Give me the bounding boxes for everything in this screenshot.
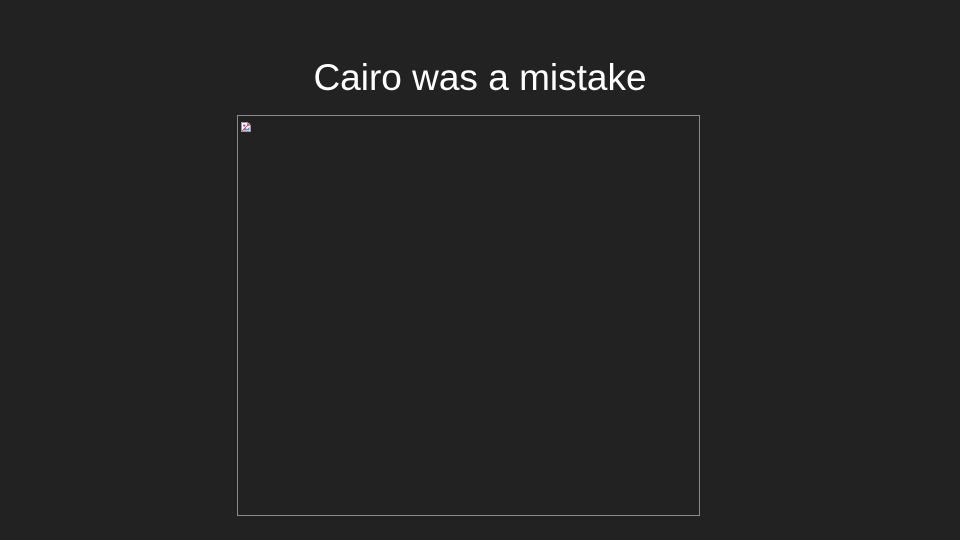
slide: Cairo was a mistake bbox=[0, 0, 960, 540]
image-placeholder bbox=[237, 115, 700, 516]
slide-title: Cairo was a mistake bbox=[313, 57, 647, 98]
broken-image-icon bbox=[241, 119, 251, 132]
